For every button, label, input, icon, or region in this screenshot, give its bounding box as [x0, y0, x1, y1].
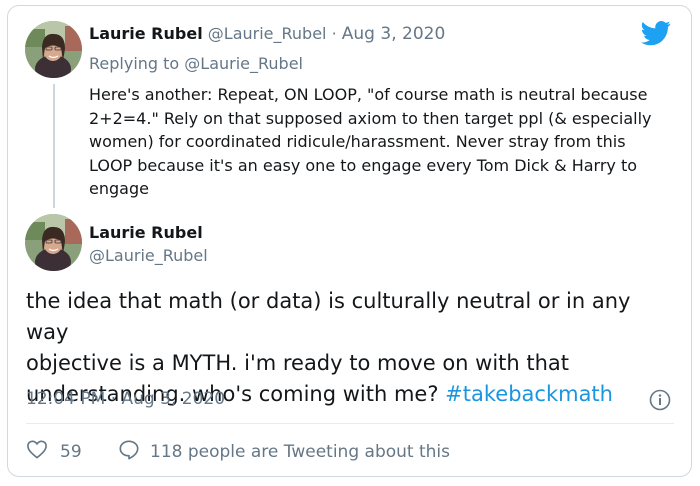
tweet-timestamp[interactable]: 12:04 PM · Aug 3, 2020 [26, 389, 225, 409]
author-name[interactable]: Laurie Rubel [89, 24, 203, 43]
heart-icon[interactable] [26, 439, 48, 464]
speech-bubble-icon[interactable] [118, 439, 140, 465]
author-handle[interactable]: @Laurie_Rubel [208, 24, 327, 43]
like-action[interactable]: 59 [26, 439, 82, 464]
avatar[interactable] [25, 21, 82, 78]
author-handle[interactable]: @Laurie_Rubel [89, 246, 208, 265]
thread-connector [53, 84, 55, 208]
twitter-bird-icon[interactable] [640, 18, 672, 48]
hashtag-link[interactable]: #takebackmath [445, 382, 613, 406]
tweeting-about-count[interactable]: 118 people are Tweeting about this [150, 442, 450, 462]
conversation-action[interactable]: 118 people are Tweeting about this [118, 439, 450, 465]
tweet-date[interactable]: Aug 3, 2020 [342, 24, 446, 44]
replying-to[interactable]: Replying to @Laurie_Rubel [89, 54, 303, 73]
reply-tweet-body: Here's another: Repeat, ON LOOP, "of cou… [89, 85, 652, 198]
separator: · [331, 24, 337, 43]
reply-tweet-header: Laurie Rubel @Laurie_Rubel · Aug 3, 2020 [89, 24, 445, 44]
info-icon[interactable] [649, 389, 671, 411]
author-name[interactable]: Laurie Rubel [89, 223, 203, 242]
avatar[interactable] [25, 214, 82, 271]
divider [26, 423, 674, 424]
like-count: 59 [60, 441, 82, 462]
